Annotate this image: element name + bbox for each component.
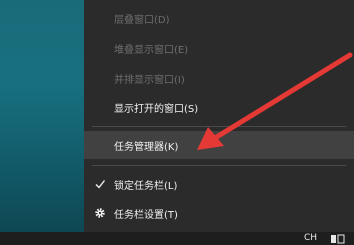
menu-item-label: 锁定任务栏(L): [114, 180, 178, 192]
menu-item-taskbar-settings[interactable]: 任务栏设置(T): [84, 199, 354, 227]
menu-item-cascade-windows: 层叠窗口(D): [84, 4, 354, 32]
menu-item-stack-windows: 堆叠显示窗口(E): [84, 34, 354, 62]
menu-item-lock-taskbar[interactable]: 锁定任务栏(L): [84, 170, 354, 198]
menu-item-task-manager[interactable]: 任务管理器(K): [84, 131, 354, 159]
taskbar: [0, 232, 354, 245]
menu-item-show-open-windows[interactable]: 显示打开的窗口(S): [84, 93, 354, 121]
menu-divider: [92, 165, 346, 166]
menu-divider: [92, 126, 346, 127]
menu-item-label: 任务栏设置(T): [114, 209, 178, 221]
gear-icon: [95, 208, 105, 218]
taskbar-context-menu: 层叠窗口(D) 堆叠显示窗口(E) 并排显示窗口(I) 显示打开的窗口(S) 任…: [84, 0, 354, 232]
menu-item-label: 并排显示窗口(I): [114, 74, 185, 86]
input-method-indicator[interactable]: CH: [304, 233, 317, 243]
menu-item-label: 显示打开的窗口(S): [114, 103, 199, 115]
menu-item-label: 层叠窗口(D): [114, 14, 170, 26]
menu-item-side-by-side-windows: 并排显示窗口(I): [84, 64, 354, 92]
tray-app-icon[interactable]: [328, 234, 348, 244]
menu-item-label: 堆叠显示窗口(E): [114, 44, 189, 56]
menu-item-label: 任务管理器(K): [114, 141, 179, 153]
check-icon: [95, 180, 106, 189]
desktop-background: [0, 0, 84, 232]
